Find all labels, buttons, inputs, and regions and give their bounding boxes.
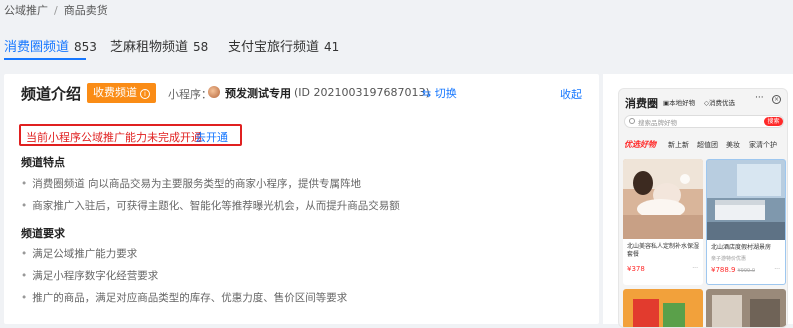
preview-tag-label: 消费优选 bbox=[709, 99, 735, 107]
product-photo bbox=[623, 289, 703, 327]
activation-alert: 当前小程序公域推广能力未完成开通 去开通 bbox=[19, 124, 242, 146]
collapse-button[interactable]: 收起 bbox=[560, 86, 582, 102]
more-icon: ··· bbox=[692, 265, 698, 272]
preview-search-placeholder: 搜索品牌好物 bbox=[638, 119, 677, 127]
more-icon: ··· bbox=[774, 266, 780, 273]
preview-tag-label: 本地好物 bbox=[669, 99, 696, 107]
preview-product-card: 北山酒店度假村湖景房 亲子游特价优惠 ¥788.9 ¥999.0 ··· bbox=[706, 159, 786, 285]
active-tab-indicator bbox=[4, 58, 86, 60]
tab-count: 853 bbox=[74, 40, 97, 54]
swap-icon: ⇆ bbox=[422, 87, 432, 100]
tab-label: 芝麻租物频道 bbox=[110, 40, 189, 55]
page-title: 频道介绍 bbox=[21, 85, 82, 103]
alert-text: 当前小程序公域推广能力未完成开通 bbox=[26, 131, 202, 144]
tab-alipay-travel[interactable]: 支付宝旅行频道 41 bbox=[228, 36, 339, 55]
original-price: ¥999.0 bbox=[737, 268, 756, 274]
mini-program-id: (ID 2021003197687013) bbox=[294, 86, 430, 99]
price-value: ¥378 bbox=[627, 265, 645, 273]
mini-program-label: 小程序： bbox=[168, 88, 212, 101]
preview-panel: 消费圈 ▣本地好物 ◇消费优选 ··· × 搜索品牌好物 搜索 优选好物 新上新… bbox=[603, 74, 793, 328]
spa-photo bbox=[623, 159, 703, 239]
requirement-item: 满足公域推广能力要求 bbox=[21, 246, 137, 261]
channel-intro-panel: 频道介绍 收费频道 i 小程序： 预发测试专用 (ID 2021003197687… bbox=[4, 74, 599, 324]
price-value: ¥788.9 bbox=[711, 266, 736, 274]
requirement-item: 满足小程序数字化经营要求 bbox=[21, 268, 158, 283]
tab-label: 支付宝旅行频道 bbox=[228, 40, 320, 55]
more-icon: ··· bbox=[755, 93, 764, 103]
badge-label: 收费频道 bbox=[93, 86, 137, 99]
close-icon: × bbox=[772, 95, 781, 104]
feature-item: 商家推广入驻后，可获得主题化、智能化等推荐曝光机会，从而提升商品交易额 bbox=[21, 198, 400, 213]
card-title: 北山美容私人定制补水保湿套餐 bbox=[627, 243, 700, 258]
tab-count: 58 bbox=[193, 40, 209, 54]
preview-category: 美妆 bbox=[726, 141, 740, 149]
tab-consumer-circle[interactable]: 消费圈频道 853 bbox=[4, 36, 97, 55]
preview-category: 超值团 bbox=[697, 141, 718, 149]
breadcrumb-parent[interactable]: 公域推广 bbox=[4, 4, 48, 17]
card-price: ¥378 bbox=[627, 265, 645, 273]
features-title: 频道特点 bbox=[21, 156, 65, 169]
switch-label: 切换 bbox=[434, 87, 457, 100]
card-title: 北山酒店度假村湖景房 bbox=[711, 244, 772, 251]
tab-zhima-rent[interactable]: 芝麻租物频道 58 bbox=[110, 36, 208, 55]
tab-label: 消费圈频道 bbox=[4, 40, 70, 55]
preview-product-card: 北山美容私人定制补水保湿套餐 ¥378 ··· bbox=[623, 159, 703, 285]
mini-program-name: 预发测试专用 bbox=[225, 87, 291, 100]
tab-count: 41 bbox=[324, 40, 340, 54]
mini-program-avatar bbox=[208, 86, 220, 98]
preview-search-button: 搜索 bbox=[764, 117, 783, 126]
preview-category: 优选好物 bbox=[624, 140, 656, 149]
interior-photo bbox=[706, 289, 786, 327]
search-icon bbox=[629, 118, 635, 124]
panel-header: 频道介绍 收费频道 i 小程序： 预发测试专用 (ID 2021003197687… bbox=[4, 74, 599, 114]
channel-tabs: 消费圈频道 853 芝麻租物频道 58 支付宝旅行频道 41 bbox=[0, 30, 793, 62]
card-subtitle: 亲子游特价优惠 bbox=[711, 256, 747, 262]
preview-product-card bbox=[706, 289, 786, 327]
breadcrumb-separator: / bbox=[54, 4, 58, 17]
feature-item: 消费圈频道 向以商品交易为主要服务类型的商家小程序，提供专属阵地 bbox=[21, 176, 361, 191]
preview-product-card bbox=[623, 289, 703, 327]
requirement-item: 推广的商品，满足对应商品类型的库存、优惠力度、售价区间等要求 bbox=[21, 290, 347, 305]
requirements-title: 频道要求 bbox=[21, 227, 65, 240]
preview-category: 新上新 bbox=[668, 141, 689, 149]
breadcrumb-current: 商品卖货 bbox=[63, 4, 108, 17]
preview-tag-select: ◇消费优选 bbox=[704, 97, 735, 107]
preview-category: 家清个护 bbox=[749, 141, 777, 149]
switch-button[interactable]: ⇆ 切换 bbox=[422, 85, 457, 101]
card-price: ¥788.9 ¥999.0 bbox=[711, 266, 755, 274]
preview-tag-local: ▣本地好物 bbox=[663, 97, 695, 107]
preview-search-bar: 搜索品牌好物 搜索 bbox=[624, 115, 784, 128]
breadcrumb: 公域推广 / 商品卖货 bbox=[4, 2, 108, 18]
hotel-room-photo bbox=[707, 160, 785, 240]
paid-channel-badge[interactable]: 收费频道 i bbox=[87, 83, 156, 103]
activate-link[interactable]: 去开通 bbox=[195, 129, 228, 145]
info-icon[interactable]: i bbox=[140, 89, 150, 99]
preview-app-title: 消费圈 bbox=[625, 97, 658, 110]
phone-preview: 消费圈 ▣本地好物 ◇消费优选 ··· × 搜索品牌好物 搜索 优选好物 新上新… bbox=[618, 88, 788, 328]
